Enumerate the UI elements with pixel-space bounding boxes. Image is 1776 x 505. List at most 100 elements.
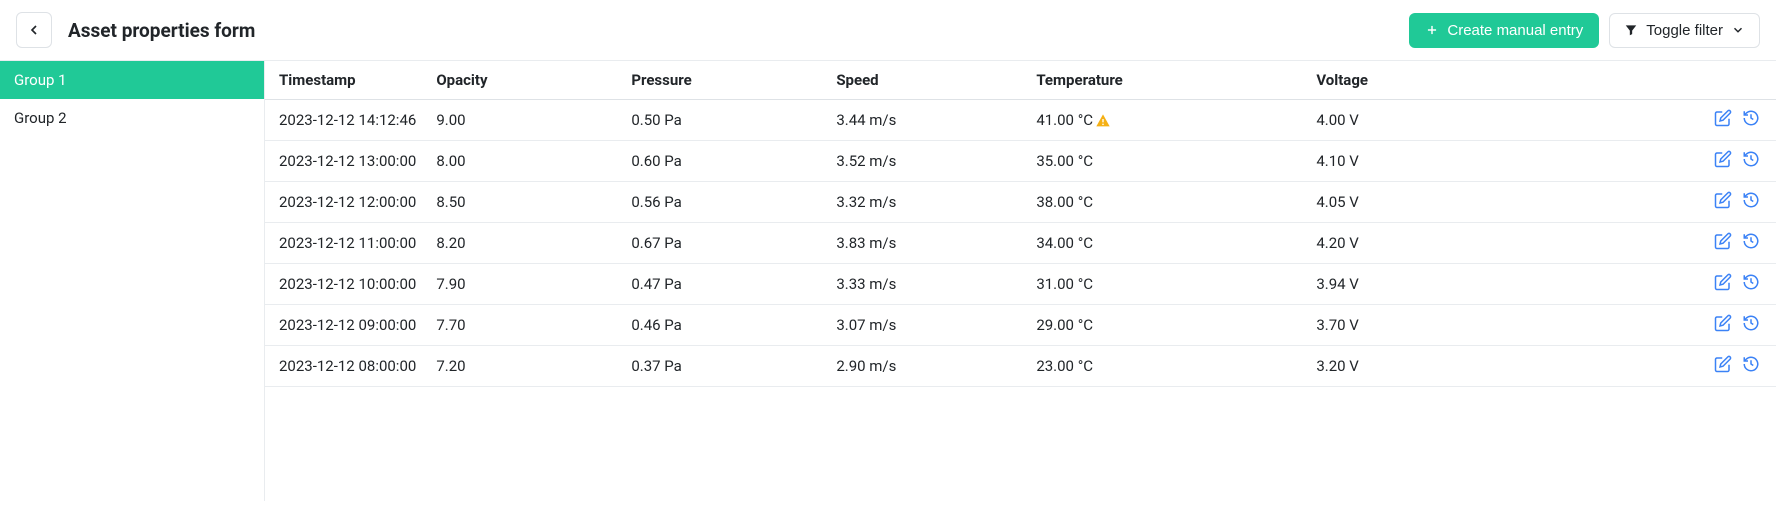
table-row: 2023-12-12 13:00:00 8.00 0.60 Pa 3.52 m/s 35… bbox=[265, 141, 1776, 182]
column-header-speed[interactable]: Speed bbox=[826, 61, 1026, 100]
history-icon bbox=[1742, 355, 1760, 373]
history-button[interactable] bbox=[1742, 150, 1760, 168]
cell-pressure: 0.60 Pa bbox=[621, 141, 826, 182]
cell-opacity: 8.50 bbox=[426, 182, 621, 223]
cell-actions bbox=[1696, 223, 1776, 264]
create-manual-entry-button[interactable]: Create manual entry bbox=[1409, 13, 1599, 48]
edit-button[interactable] bbox=[1714, 109, 1732, 127]
cell-temperature-value: 41.00 °C bbox=[1036, 111, 1093, 129]
cell-timestamp: 2023-12-12 10:00:00 bbox=[265, 264, 426, 305]
table-header: Timestamp Opacity Pressure Speed Tempera… bbox=[265, 61, 1776, 100]
cell-speed: 3.83 m/s bbox=[826, 223, 1026, 264]
table-body: 2023-12-12 14:12:46 9.000.50 Pa3.44 m/s 41… bbox=[265, 100, 1776, 387]
sidebar-item-group-2[interactable]: Group 2 bbox=[0, 99, 264, 137]
page-title: Asset properties form bbox=[68, 19, 255, 42]
cell-opacity-value: 7.20 bbox=[436, 357, 465, 375]
column-header-voltage[interactable]: Voltage bbox=[1306, 61, 1696, 100]
cell-pressure-value: 0.56 Pa bbox=[631, 193, 682, 211]
history-button[interactable] bbox=[1742, 355, 1760, 373]
history-button[interactable] bbox=[1742, 109, 1760, 127]
header-right: Create manual entry Toggle filter bbox=[1409, 13, 1760, 48]
cell-temperature-value: 34.00 °C bbox=[1036, 234, 1093, 252]
cell-opacity: 7.20 bbox=[426, 346, 621, 387]
table-row: 2023-12-12 10:00:007.900.47 Pa3.33 m/s31… bbox=[265, 264, 1776, 305]
cell-voltage-value: 3.94 V bbox=[1316, 275, 1359, 293]
header-left: Asset properties form bbox=[16, 12, 255, 48]
edit-button[interactable] bbox=[1714, 191, 1732, 209]
cell-voltage: 4.05 V bbox=[1306, 182, 1696, 223]
back-button[interactable] bbox=[16, 12, 52, 48]
cell-pressure-value: 0.60 Pa bbox=[631, 152, 682, 170]
table-row: 2023-12-12 11:00:008.200.67 Pa3.83 m/s34… bbox=[265, 223, 1776, 264]
cell-voltage: 3.94 V bbox=[1306, 264, 1696, 305]
cell-speed-value: 3.07 m/s bbox=[836, 316, 896, 334]
row-actions bbox=[1714, 355, 1760, 373]
column-header-pressure[interactable]: Pressure bbox=[621, 61, 826, 100]
cell-temperature-value: 31.00 °C bbox=[1036, 275, 1093, 293]
row-actions bbox=[1714, 109, 1760, 127]
cell-temperature: 31.00 °C bbox=[1026, 264, 1306, 305]
cell-voltage-value: 4.10 V bbox=[1316, 152, 1359, 170]
cell-opacity: 8.00 bbox=[426, 141, 621, 182]
cell-voltage-value: 4.00 V bbox=[1316, 111, 1359, 129]
cell-speed-value: 3.83 m/s bbox=[836, 234, 896, 252]
cell-timestamp-value: 2023-12-12 09:00:00 bbox=[279, 316, 416, 334]
cell-actions bbox=[1696, 264, 1776, 305]
sidebar: Group 1Group 2 bbox=[0, 61, 265, 501]
edit-button[interactable] bbox=[1714, 314, 1732, 332]
history-button[interactable] bbox=[1742, 232, 1760, 250]
cell-pressure-value: 0.46 Pa bbox=[631, 316, 682, 334]
cell-pressure: 0.50 Pa bbox=[621, 100, 826, 141]
history-button[interactable] bbox=[1742, 273, 1760, 291]
cell-actions bbox=[1696, 100, 1776, 141]
cell-voltage: 4.00 V bbox=[1306, 100, 1696, 141]
cell-speed-value: 3.33 m/s bbox=[836, 275, 896, 293]
edit-button[interactable] bbox=[1714, 355, 1732, 373]
sidebar-item-group-1[interactable]: Group 1 bbox=[0, 61, 264, 99]
cell-pressure-value: 0.67 Pa bbox=[631, 234, 682, 252]
edit-icon bbox=[1714, 273, 1732, 291]
cell-opacity: 7.70 bbox=[426, 305, 621, 346]
cell-temperature: 34.00 °C bbox=[1026, 223, 1306, 264]
cell-timestamp-value: 2023-12-12 14:12:46 bbox=[279, 111, 416, 129]
cell-timestamp: 2023-12-12 14:12:46 bbox=[265, 100, 426, 141]
cell-pressure: 0.47 Pa bbox=[621, 264, 826, 305]
cell-opacity: 9.00 bbox=[426, 100, 621, 141]
cell-speed: 3.07 m/s bbox=[826, 305, 1026, 346]
cell-pressure: 0.46 Pa bbox=[621, 305, 826, 346]
table-row: 2023-12-12 14:12:46 9.000.50 Pa3.44 m/s 41… bbox=[265, 100, 1776, 141]
cell-temperature: 35.00 °C bbox=[1026, 141, 1306, 182]
column-header-opacity[interactable]: Opacity bbox=[426, 61, 621, 100]
edit-button[interactable] bbox=[1714, 150, 1732, 168]
chevron-left-icon bbox=[26, 22, 42, 38]
content-area: Group 1Group 2 Timestamp Opacity Pressur… bbox=[0, 61, 1776, 501]
cell-timestamp: 2023-12-12 13:00:00 bbox=[265, 141, 426, 182]
edit-button[interactable] bbox=[1714, 232, 1732, 250]
edit-icon bbox=[1714, 355, 1732, 373]
cell-pressure: 0.67 Pa bbox=[621, 223, 826, 264]
toggle-filter-label: Toggle filter bbox=[1646, 22, 1723, 39]
cell-voltage-value: 4.20 V bbox=[1316, 234, 1359, 252]
cell-timestamp: 2023-12-12 11:00:00 bbox=[265, 223, 426, 264]
cell-temperature: 23.00 °C bbox=[1026, 346, 1306, 387]
column-header-timestamp[interactable]: Timestamp bbox=[265, 61, 426, 100]
history-button[interactable] bbox=[1742, 314, 1760, 332]
cell-pressure: 0.37 Pa bbox=[621, 346, 826, 387]
plus-icon bbox=[1425, 23, 1439, 37]
edit-icon bbox=[1714, 191, 1732, 209]
history-button[interactable] bbox=[1742, 191, 1760, 209]
cell-timestamp-value: 2023-12-12 13:00:00 bbox=[279, 152, 416, 170]
cell-opacity-value: 7.70 bbox=[436, 316, 465, 334]
column-header-temperature[interactable]: Temperature bbox=[1026, 61, 1306, 100]
cell-voltage-value: 3.70 V bbox=[1316, 316, 1359, 334]
table-container: Timestamp Opacity Pressure Speed Tempera… bbox=[265, 61, 1776, 501]
cell-speed: 2.90 m/s bbox=[826, 346, 1026, 387]
toggle-filter-button[interactable]: Toggle filter bbox=[1609, 13, 1760, 48]
edit-button[interactable] bbox=[1714, 273, 1732, 291]
cell-speed: 3.44 m/s bbox=[826, 100, 1026, 141]
cell-voltage: 4.20 V bbox=[1306, 223, 1696, 264]
history-icon bbox=[1742, 109, 1760, 127]
cell-timestamp-value: 2023-12-12 08:00:00 bbox=[279, 357, 416, 375]
cell-temperature: 38.00 °C bbox=[1026, 182, 1306, 223]
cell-speed-value: 3.52 m/s bbox=[836, 152, 896, 170]
